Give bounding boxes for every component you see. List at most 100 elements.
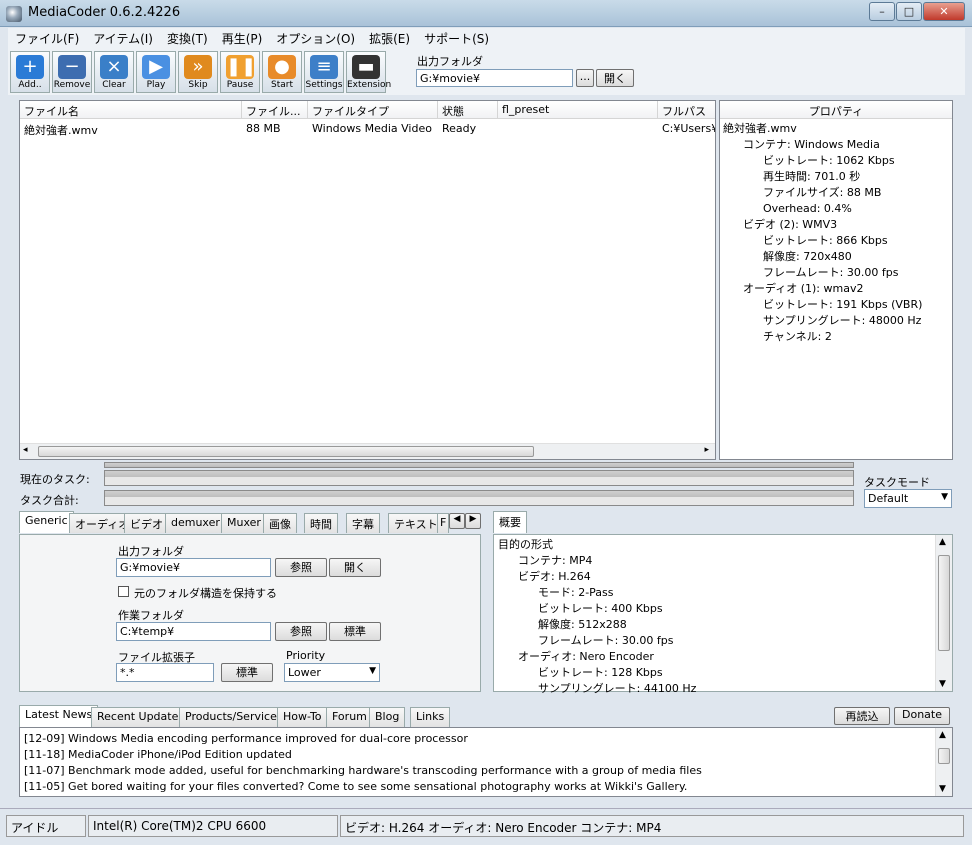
scroll-left-icon[interactable]: ◂ <box>23 445 28 455</box>
tree-item[interactable]: 絶対強者.wmv <box>720 121 952 137</box>
pause-button[interactable]: ❚❚ Pause <box>220 51 260 93</box>
scroll-thumb[interactable] <box>938 555 950 651</box>
minimize-button[interactable]: – <box>869 2 895 21</box>
tab-demuxer[interactable]: demuxer <box>165 513 226 533</box>
scroll-thumb[interactable] <box>938 748 950 764</box>
column-file-name[interactable]: ファイル名 <box>20 101 242 119</box>
tab-how-to[interactable]: How-To <box>277 707 328 727</box>
add-button[interactable]: + Add.. <box>10 51 50 93</box>
donate-button[interactable]: Donate <box>894 707 950 725</box>
tree-item[interactable]: コンテナ: Windows Media <box>720 137 952 153</box>
column-full-path[interactable]: フルパス <box>658 101 715 119</box>
generic-open-button[interactable]: 開く <box>329 558 381 577</box>
work-folder-input[interactable]: C:¥temp¥ <box>116 622 271 641</box>
news-scrollbar[interactable]: ▲ ▼ <box>935 728 952 796</box>
menu-item[interactable]: アイテム(I) <box>86 28 160 49</box>
keep-structure-checkbox[interactable] <box>118 586 129 597</box>
news-line[interactable]: [11-07] Benchmark mode added, useful for… <box>20 763 952 779</box>
tab-latest-news[interactable]: Latest News <box>19 705 99 727</box>
tab-scroll-right-icon[interactable]: ▶ <box>465 513 481 529</box>
tab-summary[interactable]: 概要 <box>493 511 527 533</box>
tab-blog[interactable]: Blog <box>369 707 406 727</box>
tree-item[interactable]: Overhead: 0.4% <box>720 201 952 217</box>
tree-item[interactable]: モード: 2-Pass <box>494 585 932 601</box>
tree-item[interactable]: コンテナ: MP4 <box>494 553 932 569</box>
extension-default-button[interactable]: 標準 <box>221 663 273 682</box>
tab-more[interactable]: F <box>437 513 449 533</box>
menu-convert[interactable]: 変換(T) <box>160 28 215 49</box>
close-button[interactable]: ✕ <box>923 2 965 21</box>
clear-button[interactable]: × Clear <box>94 51 134 93</box>
menu-support[interactable]: サポート(S) <box>417 28 496 49</box>
tree-item[interactable]: サンプリングレート: 44100 Hz <box>494 681 932 697</box>
file-extension-input[interactable]: *.* <box>116 663 214 682</box>
tree-item[interactable]: 解像度: 720x480 <box>720 249 952 265</box>
scroll-right-icon[interactable]: ▸ <box>704 445 709 455</box>
menu-options[interactable]: オプション(O) <box>269 28 362 49</box>
summary-tree[interactable]: 目的の形式 コンテナ: MP4 ビデオ: H.264 モード: 2-Pass ビットレー… <box>494 537 932 697</box>
tree-item[interactable]: オーディオ (1): wmav2 <box>720 281 952 297</box>
column-file-size[interactable]: ファイル... <box>242 101 308 119</box>
scroll-up-icon[interactable]: ▲ <box>939 730 946 740</box>
tab-subtitle[interactable]: 字幕 <box>346 513 380 533</box>
tab-scroll-left-icon[interactable]: ◀ <box>449 513 465 529</box>
tab-generic[interactable]: Generic <box>19 511 74 533</box>
tree-item[interactable]: ビットレート: 400 Kbps <box>494 601 932 617</box>
scroll-up-icon[interactable]: ▲ <box>939 537 946 547</box>
tree-item[interactable]: ビットレート: 191 Kbps (VBR) <box>720 297 952 313</box>
file-list[interactable]: ファイル名 ファイル... ファイルタイプ 状態 fl_preset フルパス … <box>19 100 716 460</box>
tab-forum[interactable]: Forum <box>326 707 373 727</box>
tree-item[interactable]: サンプリングレート: 48000 Hz <box>720 313 952 329</box>
tree-item[interactable]: 解像度: 512x288 <box>494 617 932 633</box>
work-default-button[interactable]: 標準 <box>329 622 381 641</box>
settings-button[interactable]: ≡ Settings <box>304 51 344 93</box>
tab-video[interactable]: ビデオ <box>124 513 169 533</box>
tree-item[interactable]: ファイルサイズ: 88 MB <box>720 185 952 201</box>
properties-tree[interactable]: 絶対強者.wmv コンテナ: Windows Media ビットレート: 1062 … <box>720 121 952 345</box>
tab-products-services[interactable]: Products/Services <box>179 707 289 727</box>
news-line[interactable]: [12-09] Windows Media encoding performan… <box>20 731 952 747</box>
tree-item[interactable]: チャンネル: 2 <box>720 329 952 345</box>
task-mode-select[interactable]: Default ▼ <box>864 489 952 508</box>
column-preset[interactable]: fl_preset <box>498 101 658 119</box>
tree-item[interactable]: ビデオ (2): WMV3 <box>720 217 952 233</box>
start-button[interactable]: ● Start <box>262 51 302 93</box>
tab-time[interactable]: 時間 <box>304 513 338 533</box>
horizontal-scrollbar[interactable]: ◂ ▸ <box>20 443 715 459</box>
remove-button[interactable]: − Remove <box>52 51 92 93</box>
maximize-button[interactable]: □ <box>896 2 922 21</box>
work-browse-button[interactable]: 参照 <box>275 622 327 641</box>
menu-play[interactable]: 再生(P) <box>215 28 270 49</box>
tab-text[interactable]: テキスト <box>388 513 444 533</box>
tab-muxer[interactable]: Muxer <box>221 513 267 533</box>
tree-item[interactable]: 目的の形式 <box>494 537 932 553</box>
toolbar-open-button[interactable]: 開く <box>596 69 634 87</box>
tree-item[interactable]: ビットレート: 128 Kbps <box>494 665 932 681</box>
tab-image[interactable]: 画像 <box>263 513 297 533</box>
scroll-down-icon[interactable]: ▼ <box>939 679 946 689</box>
scroll-down-icon[interactable]: ▼ <box>939 784 946 794</box>
generic-output-folder-input[interactable]: G:¥movie¥ <box>116 558 271 577</box>
tab-recent-updates[interactable]: Recent Updates <box>91 707 191 727</box>
tree-item[interactable]: フレームレート: 30.00 fps <box>494 633 932 649</box>
priority-select[interactable]: Lower ▼ <box>284 663 380 682</box>
tree-item[interactable]: フレームレート: 30.00 fps <box>720 265 952 281</box>
news-line[interactable]: [11-05] Get bored waiting for your files… <box>20 779 952 795</box>
column-file-type[interactable]: ファイルタイプ <box>308 101 438 119</box>
generic-browse-button[interactable]: 参照 <box>275 558 327 577</box>
toolbar-browse-button[interactable]: ... <box>576 69 594 87</box>
toolbar-output-folder-input[interactable]: G:¥movie¥ <box>416 69 573 87</box>
extension-button[interactable]: ▬ Extension <box>346 51 391 93</box>
news-line[interactable]: [11-18] MediaCoder iPhone/iPod Edition u… <box>20 747 952 763</box>
menu-file[interactable]: ファイル(F) <box>8 28 86 49</box>
play-button[interactable]: ▶ Play <box>136 51 176 93</box>
scroll-thumb[interactable] <box>38 446 534 457</box>
summary-scrollbar[interactable]: ▲ ▼ <box>935 535 952 691</box>
tab-links[interactable]: Links <box>410 707 451 727</box>
tree-item[interactable]: ビットレート: 866 Kbps <box>720 233 952 249</box>
menu-extension[interactable]: 拡張(E) <box>362 28 417 49</box>
tree-item[interactable]: オーディオ: Nero Encoder <box>494 649 932 665</box>
skip-button[interactable]: » Skip <box>178 51 218 93</box>
column-state[interactable]: 状態 <box>438 101 498 119</box>
tree-item[interactable]: 再生時間: 701.0 秒 <box>720 169 952 185</box>
